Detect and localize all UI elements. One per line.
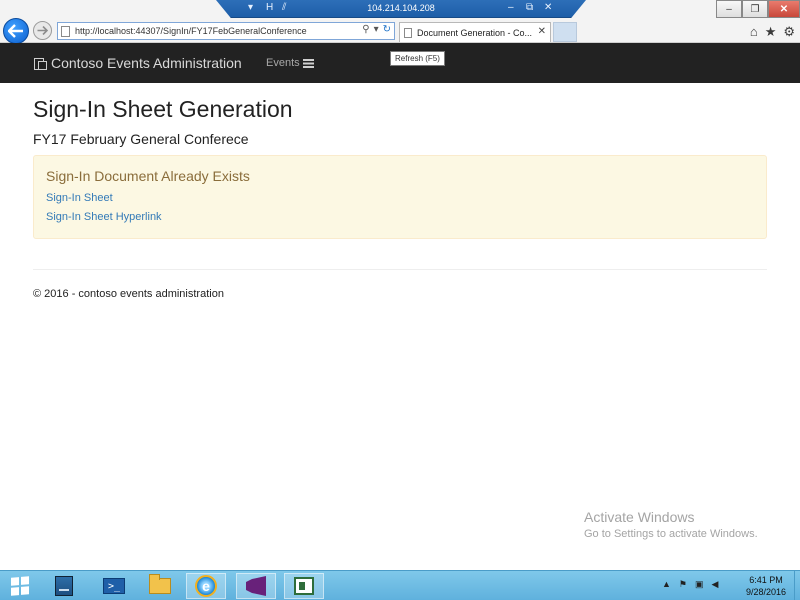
taskbar-file-explorer[interactable]	[140, 573, 180, 599]
footer-copyright: © 2016 - contoso events administration	[33, 288, 224, 300]
list-icon	[302, 58, 314, 68]
taskbar-visual-studio[interactable]	[236, 573, 276, 599]
internet-explorer-icon: e	[195, 575, 217, 597]
address-bar[interactable]: http://localhost:44307/SignIn/FY17FebGen…	[57, 22, 395, 40]
tab-title: Document Generation - Co...	[417, 28, 533, 38]
start-button[interactable]	[2, 573, 38, 599]
tab-page-icon	[404, 28, 412, 38]
powershell-icon: >_	[103, 578, 125, 594]
taskbar-powershell[interactable]: >_	[94, 573, 134, 599]
flag-icon[interactable]: ⚑	[679, 579, 687, 590]
page-icon	[61, 26, 70, 37]
back-button[interactable]	[3, 18, 29, 44]
divider	[33, 269, 767, 270]
show-hidden-icons-icon[interactable]: ▲	[662, 579, 671, 590]
search-icon[interactable]: ⚲	[362, 24, 369, 35]
url-text[interactable]: http://localhost:44307/SignIn/FY17FebGen…	[75, 26, 307, 36]
forward-arrow-icon	[37, 26, 48, 35]
watermark-title: Activate Windows	[584, 509, 695, 525]
home-icon[interactable]: ⌂	[750, 24, 758, 40]
refresh-icon[interactable]: ↻	[383, 24, 391, 35]
alert-heading: Sign-In Document Already Exists	[46, 168, 250, 184]
window-controls: – ❐ ✕	[716, 0, 800, 18]
warning-alert: Sign-In Document Already Exists Sign-In …	[33, 155, 767, 239]
restore-icon: ❐	[750, 3, 760, 15]
forward-button[interactable]	[33, 21, 52, 40]
main-content: Sign-In Sheet Generation FY17 February G…	[33, 95, 767, 300]
favorites-star-icon[interactable]: ★	[765, 24, 777, 40]
windows-logo-icon	[11, 576, 29, 596]
nav-events-label: Events	[266, 57, 300, 69]
taskbar: >_ e ▲ ⚑ ▣ ◀ 6:41 PM 9/28/2016	[0, 570, 800, 600]
rdp-restore-icon[interactable]: ⧉	[526, 2, 533, 14]
refresh-tooltip: Refresh (F5)	[390, 51, 445, 66]
activate-windows-watermark: Activate Windows Go to Settings to activ…	[584, 509, 758, 543]
app-window-icon	[294, 577, 314, 595]
remote-desktop-bar[interactable]: ▾ H ⫽ 104.214.104.208 – ⧉ ✕	[216, 0, 586, 18]
event-subtitle: FY17 February General Conferece	[33, 131, 249, 147]
system-clock[interactable]: 6:41 PM 9/28/2016	[746, 574, 786, 598]
tab-document-generation[interactable]: Document Generation - Co... ✕	[399, 22, 551, 42]
taskbar-internet-explorer[interactable]: e	[186, 573, 226, 599]
taskbar-app[interactable]	[284, 573, 324, 599]
network-icon[interactable]: ▣	[695, 579, 704, 590]
taskbar-server-manager[interactable]	[44, 573, 84, 599]
sign-in-sheet-link[interactable]: Sign-In Sheet	[46, 192, 113, 204]
server-manager-icon	[55, 576, 73, 596]
page-title: Sign-In Sheet Generation	[33, 96, 293, 122]
nav-events-link[interactable]: Events	[266, 57, 314, 69]
minimize-icon: –	[726, 3, 732, 15]
minimize-button[interactable]: –	[716, 0, 742, 18]
sign-in-sheet-hyperlink-link[interactable]: Sign-In Sheet Hyperlink	[46, 211, 162, 223]
copy-icon	[33, 56, 47, 70]
close-icon: ✕	[779, 3, 789, 15]
settings-gear-icon[interactable]: ⚙	[783, 24, 795, 40]
folder-icon	[149, 574, 171, 594]
new-tab-button[interactable]	[553, 22, 577, 42]
close-button[interactable]: ✕	[768, 0, 800, 18]
dropdown-icon[interactable]: ▾	[374, 24, 379, 35]
browser-chrome: ▾ H ⫽ 104.214.104.208 – ⧉ ✕ – ❐ ✕ http:/…	[0, 0, 800, 44]
rdp-close-icon[interactable]: ✕	[544, 2, 552, 14]
screen: ▾ H ⫽ 104.214.104.208 – ⧉ ✕ – ❐ ✕ http:/…	[0, 0, 800, 600]
system-tray: ▲ ⚑ ▣ ◀	[662, 579, 718, 590]
brand-text: Contoso Events Administration	[51, 55, 242, 71]
back-arrow-icon	[8, 24, 23, 38]
restore-button[interactable]: ❐	[742, 0, 768, 18]
clock-date: 9/28/2016	[745, 587, 786, 597]
visual-studio-icon	[246, 576, 266, 596]
brand-link[interactable]: Contoso Events Administration	[33, 55, 242, 71]
watermark-subtitle: Go to Settings to activate Windows.	[584, 528, 758, 540]
tab-close-icon[interactable]: ✕	[538, 26, 546, 37]
show-desktop-button[interactable]	[794, 571, 800, 600]
rdp-minimize-icon[interactable]: –	[508, 2, 514, 14]
volume-icon[interactable]: ◀	[712, 579, 719, 590]
clock-time: 6:41 PM	[749, 575, 783, 585]
